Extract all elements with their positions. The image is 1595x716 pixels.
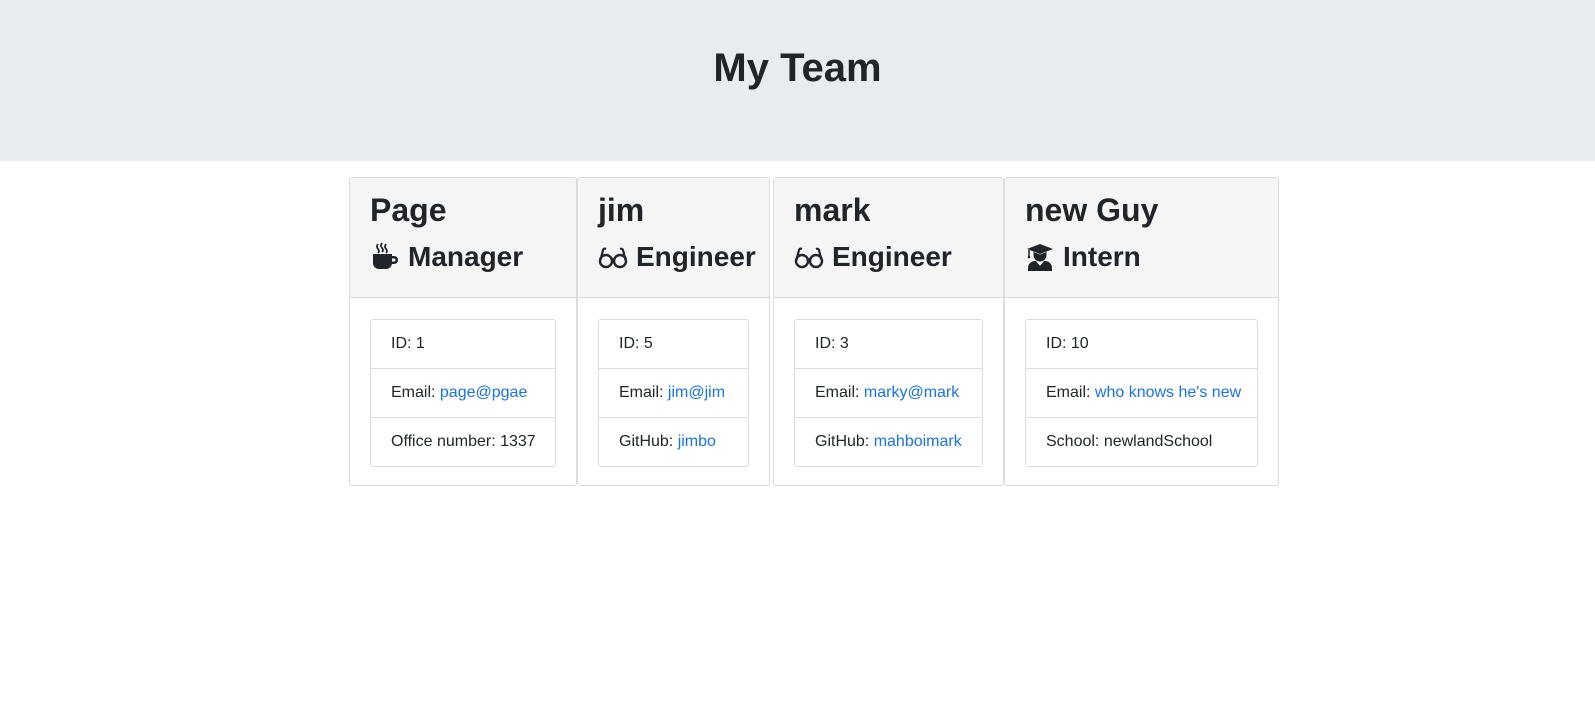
email-label: Email: [815, 384, 864, 401]
employee-card-engineer-mark: mark Engineer ID: 3 Email: marky@mark Gi… [773, 177, 1004, 486]
email-label: Email: [619, 384, 668, 401]
employee-role: Engineer [794, 238, 952, 276]
role-label: Manager [408, 241, 524, 272]
employee-info-list: ID: 1 Email: page@pgae Office number: 13… [370, 319, 556, 467]
employee-card-engineer-jim: jim Engineer ID: 5 Email: jim@jim GitHub… [577, 177, 770, 486]
glasses-icon [794, 242, 824, 272]
office-number-item: Office number: 1337 [391, 433, 536, 450]
employee-name: jim [598, 192, 645, 228]
page-title: My Team [713, 46, 882, 90]
glasses-icon [598, 242, 628, 272]
email-label: Email: [391, 384, 440, 401]
card-header: Page Manager [350, 178, 576, 298]
graduate-icon [1025, 242, 1055, 272]
coffee-cup-icon [370, 242, 400, 272]
employee-info-list: ID: 3 Email: marky@mark GitHub: mahboima… [794, 319, 983, 467]
email-link[interactable]: who knows he's new [1095, 384, 1241, 401]
school-item: School: newlandSchool [1046, 433, 1213, 450]
role-label: Intern [1063, 241, 1141, 272]
employee-name: mark [794, 192, 871, 228]
page-header: My Team [0, 0, 1595, 161]
github-label: GitHub: [815, 433, 874, 450]
github-item: GitHub: mahboimark [795, 418, 982, 466]
employee-name: Page [370, 192, 447, 228]
employee-info-list: ID: 10 Email: who knows he's new School:… [1025, 319, 1258, 467]
id-item: ID: 3 [795, 320, 982, 369]
employee-card-manager: Page Manager ID: 1 Email: page@pgae Offi… [349, 177, 577, 486]
card-header: jim Engineer [578, 178, 769, 298]
email-label: Email: [1046, 384, 1095, 401]
employee-role: Engineer [598, 238, 756, 276]
card-header: new Guy Intern [1005, 178, 1278, 298]
email-link[interactable]: page@pgae [440, 384, 527, 401]
email-item: Email: who knows he's new [1026, 369, 1257, 418]
github-link[interactable]: mahboimark [874, 433, 962, 450]
email-item: Email: marky@mark [795, 369, 982, 418]
employee-info-list: ID: 5 Email: jim@jim GitHub: jimbo [598, 319, 749, 467]
role-label: Engineer [636, 241, 756, 272]
github-link[interactable]: jimbo [678, 433, 716, 450]
card-header: mark Engineer [774, 178, 1003, 298]
employee-name: new Guy [1025, 192, 1159, 228]
email-link[interactable]: jim@jim [668, 384, 725, 401]
role-label: Engineer [832, 241, 952, 272]
email-item: Email: jim@jim [599, 369, 748, 418]
employee-card-intern: new Guy Intern ID: 10 Email: who knows h… [1004, 177, 1279, 486]
id-item: ID: 5 [599, 320, 748, 369]
github-label: GitHub: [619, 433, 678, 450]
employee-role: Intern [1025, 238, 1141, 276]
email-item: Email: page@pgae [371, 369, 555, 418]
email-link[interactable]: marky@mark [864, 384, 959, 401]
github-item: GitHub: jimbo [599, 418, 748, 466]
employee-role: Manager [370, 238, 523, 276]
id-item: ID: 10 [1026, 320, 1257, 369]
id-item: ID: 1 [371, 320, 555, 369]
